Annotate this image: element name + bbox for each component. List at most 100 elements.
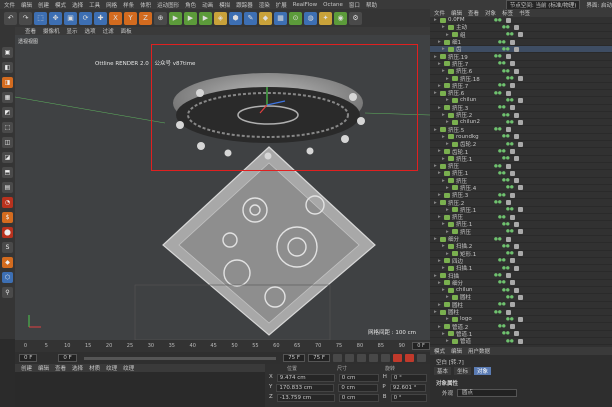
left-tool-4[interactable]: ◩ — [2, 107, 13, 118]
next-key-button[interactable] — [369, 354, 378, 362]
visibility-dots-icon[interactable]: ●● — [502, 331, 510, 336]
visibility-dots-icon[interactable]: ●● — [498, 324, 506, 329]
menu-item-14[interactable]: 渲染 — [259, 1, 270, 9]
left-tool-9[interactable]: ▤ — [2, 182, 13, 193]
visibility-dots-icon[interactable]: ●● — [506, 207, 514, 212]
visibility-dots-icon[interactable]: ●● — [498, 61, 506, 66]
object-row[interactable]: ▸ 主动 ●● — [430, 24, 612, 32]
material-menu-6[interactable]: 纹理 — [123, 364, 134, 372]
visibility-dots-icon[interactable]: ●● — [498, 105, 506, 110]
object-row[interactable]: ▸ 挤压 ●● — [430, 178, 612, 185]
menu-item-13[interactable]: 跟踪器 — [236, 1, 253, 9]
viewport-menu-5[interactable]: 面板 — [121, 27, 132, 35]
object-row[interactable]: ▸ 挤压.1 ●● — [430, 221, 612, 229]
viewport[interactable]: 透视视图 Ottline RENDER 2.0 公众号 v87time 网格间距… — [15, 35, 430, 340]
visibility-dots-icon[interactable]: ●● — [506, 120, 514, 125]
object-row[interactable]: ▸ 细分 ●● — [430, 280, 612, 287]
left-tool-7[interactable]: ◪ — [2, 152, 13, 163]
menu-item-8[interactable]: 体积 — [140, 1, 151, 9]
left-tool-11[interactable]: $ — [2, 212, 13, 223]
visibility-dots-icon[interactable]: ●● — [494, 310, 502, 315]
object-row[interactable]: ▸ 圆柱 ●● — [430, 309, 612, 317]
toolbar-button-22[interactable]: ◉ — [334, 11, 347, 25]
attribute-menu-2[interactable]: 用户数据 — [468, 347, 490, 355]
autokey-button[interactable] — [405, 354, 414, 362]
toolbar-button-11[interactable]: ▶ — [169, 11, 182, 25]
goto-start-button[interactable] — [333, 354, 342, 362]
visibility-dots-icon[interactable]: ●● — [502, 69, 510, 74]
toolbar-button-8[interactable]: Y — [124, 11, 137, 25]
visibility-dots-icon[interactable]: ●● — [494, 91, 502, 96]
tab-object[interactable]: 对象 — [474, 367, 492, 375]
visibility-dots-icon[interactable]: ●● — [506, 98, 514, 103]
visibility-dots-icon[interactable]: ●● — [494, 127, 502, 132]
display-select[interactable]: 圆点 — [457, 389, 518, 397]
left-tool-6[interactable]: ◫ — [2, 137, 13, 148]
prev-key-button[interactable] — [345, 354, 354, 362]
object-row[interactable]: ▸ 管道 ●● — [430, 338, 612, 346]
timeline-ruler[interactable]: 0 5 10 15 20 25 30 35 40 45 50 55 60 65 70 75 80 85 90 0 F — [15, 340, 430, 352]
toolbar-button-4[interactable]: ▣ — [64, 11, 77, 25]
toolbar-button-14[interactable]: ◈ — [214, 11, 227, 25]
visibility-dots-icon[interactable]: ●● — [498, 280, 506, 285]
tab-coord[interactable]: 坐标 — [454, 367, 472, 375]
object-row[interactable]: ▸ 挤压.5 ●● — [430, 126, 612, 134]
toolbar-button-10[interactable]: ⊕ — [154, 11, 167, 25]
object-menu-1[interactable]: 编辑 — [451, 9, 462, 17]
visibility-dots-icon[interactable]: ●● — [506, 317, 514, 322]
left-tool-15[interactable]: ⬡ — [2, 272, 13, 283]
left-tool-1[interactable]: ◧ — [2, 62, 13, 73]
object-row[interactable]: ▸ 挤压.6 ●● — [430, 90, 612, 98]
toolbar-button-21[interactable]: ✦ — [319, 11, 332, 25]
viewport-menu-3[interactable]: 选项 — [85, 27, 96, 35]
visibility-dots-icon[interactable]: ●● — [498, 302, 506, 307]
left-tool-3[interactable]: ▦ — [2, 92, 13, 103]
interface-select[interactable]: 界面: 启动 — [586, 1, 612, 9]
pos-x-field[interactable]: 9.474 cm — [276, 374, 335, 382]
size-x-field[interactable]: 0 cm — [338, 374, 379, 382]
visibility-dots-icon[interactable]: ●● — [498, 171, 506, 176]
visibility-dots-icon[interactable]: ●● — [494, 237, 502, 242]
toolbar-button-15[interactable]: ⬢ — [229, 11, 242, 25]
object-row[interactable]: ▸ 挤压.2 ●● — [430, 112, 612, 120]
toolbar-button-9[interactable]: Z — [139, 11, 152, 25]
visibility-dots-icon[interactable]: ●● — [502, 25, 510, 30]
visibility-dots-icon[interactable]: ●● — [506, 339, 514, 344]
toolbar-button-3[interactable]: ✥ — [49, 11, 62, 25]
left-tool-10[interactable]: ◔ — [2, 197, 13, 208]
visibility-dots-icon[interactable]: ●● — [502, 134, 510, 139]
object-menu-2[interactable]: 查看 — [468, 9, 479, 17]
visibility-dots-icon[interactable]: ●● — [498, 40, 506, 45]
visibility-dots-icon[interactable]: ●● — [506, 251, 514, 256]
toolbar-button-23[interactable]: ⚙ — [349, 11, 362, 25]
toolbar-button-20[interactable]: ◍ — [304, 11, 317, 25]
object-menu-4[interactable]: 标签 — [502, 9, 513, 17]
visibility-dots-icon[interactable]: ●● — [506, 185, 514, 190]
material-area[interactable] — [15, 372, 265, 407]
visibility-dots-icon[interactable]: ●● — [502, 222, 510, 227]
toolbar-button-2[interactable]: ⬚ — [34, 11, 47, 25]
frame-slider[interactable] — [83, 356, 277, 360]
object-menu-0[interactable]: 文件 — [434, 9, 445, 17]
material-menu-3[interactable]: 选择 — [72, 364, 83, 372]
visibility-dots-icon[interactable]: ●● — [502, 244, 510, 249]
object-menu-5[interactable]: 书签 — [519, 9, 530, 17]
menu-item-3[interactable]: 模式 — [55, 1, 66, 9]
object-menu-3[interactable]: 对象 — [485, 9, 496, 17]
visibility-dots-icon[interactable]: ●● — [494, 164, 502, 169]
visibility-dots-icon[interactable]: ●● — [502, 266, 510, 271]
visibility-dots-icon[interactable]: ●● — [494, 273, 502, 278]
material-menu-4[interactable]: 材质 — [89, 364, 100, 372]
visibility-dots-icon[interactable]: ●● — [506, 142, 514, 147]
toolbar-button-1[interactable]: ↷ — [19, 11, 32, 25]
keyframe-button[interactable] — [417, 354, 426, 362]
left-tool-16[interactable]: ⚲ — [2, 287, 13, 298]
tab-basic[interactable]: 基本 — [434, 367, 452, 375]
visibility-dots-icon[interactable]: ●● — [494, 54, 502, 59]
left-tool-14[interactable]: ◆ — [2, 257, 13, 268]
goto-end-button[interactable] — [381, 354, 390, 362]
left-tool-0[interactable]: ▣ — [2, 47, 13, 58]
visibility-dots-icon[interactable]: ●● — [494, 18, 502, 23]
toolbar-button-13[interactable]: ▶ — [199, 11, 212, 25]
visibility-dots-icon[interactable]: ●● — [498, 258, 506, 263]
